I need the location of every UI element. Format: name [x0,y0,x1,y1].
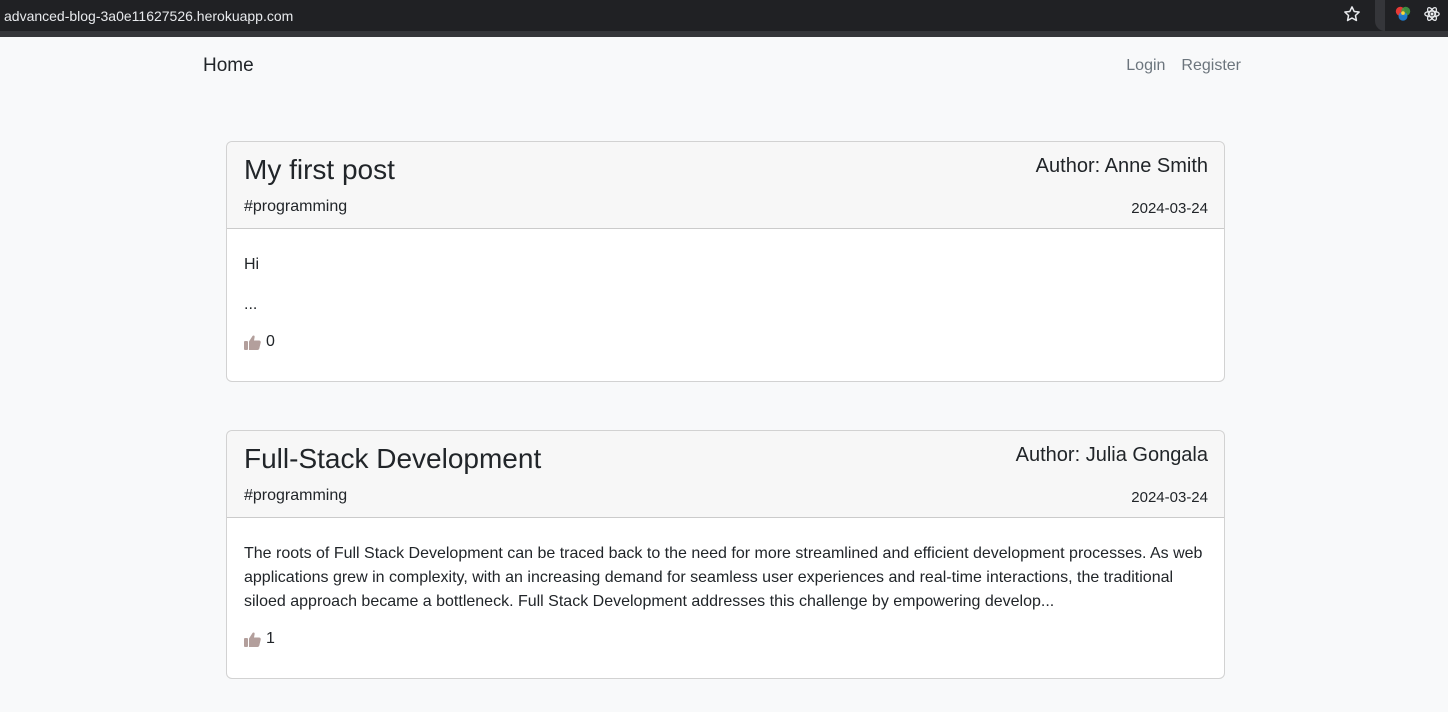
post-body: The roots of Full Stack Development can … [244,545,1203,610]
post-card-header: My first post Author: Anne Smith #progra… [227,142,1224,229]
register-link[interactable]: Register [1181,57,1241,75]
thumbs-up-icon [244,335,261,350]
star-icon[interactable] [1343,5,1361,23]
like-count: 1 [266,630,275,647]
post-tag[interactable]: #programming [244,198,347,216]
navbar: Home Login Register [0,37,1448,95]
like-button[interactable]: 1 [244,630,1207,648]
browser-address-bar: advanced-blog-3a0e11627526.herokuapp.com [0,0,1448,31]
post-card: Full-Stack Development Author: Julia Gon… [226,430,1225,679]
nav-links: Login Register [1126,57,1241,75]
like-count: 0 [266,333,275,350]
like-button[interactable]: 0 [244,333,1207,351]
post-body: Hi [244,256,260,273]
post-title[interactable]: Full-Stack Development [244,443,541,475]
browser-url[interactable]: advanced-blog-3a0e11627526.herokuapp.com [4,8,293,24]
post-card-body: Hi ... 0 [227,229,1224,369]
post-author: Author: Anne Smith [1035,155,1208,177]
post-card-header: Full-Stack Development Author: Julia Gon… [227,431,1224,518]
toolbar-divider [1375,0,1385,31]
post-date: 2024-03-24 [1131,489,1208,506]
post-card-body: The roots of Full Stack Development can … [227,518,1224,666]
post-author: Author: Julia Gongala [1015,444,1208,466]
home-link[interactable]: Home [203,55,254,77]
post-tag[interactable]: #programming [244,487,347,505]
color-extension-icon[interactable] [1394,5,1412,23]
post-card: My first post Author: Anne Smith #progra… [226,141,1225,382]
thumbs-up-icon [244,632,261,647]
react-devtools-icon[interactable] [1423,5,1441,23]
post-date: 2024-03-24 [1131,200,1208,217]
post-excerpt-ellipsis: ... [244,296,258,313]
login-link[interactable]: Login [1126,57,1165,75]
post-title[interactable]: My first post [244,154,395,186]
